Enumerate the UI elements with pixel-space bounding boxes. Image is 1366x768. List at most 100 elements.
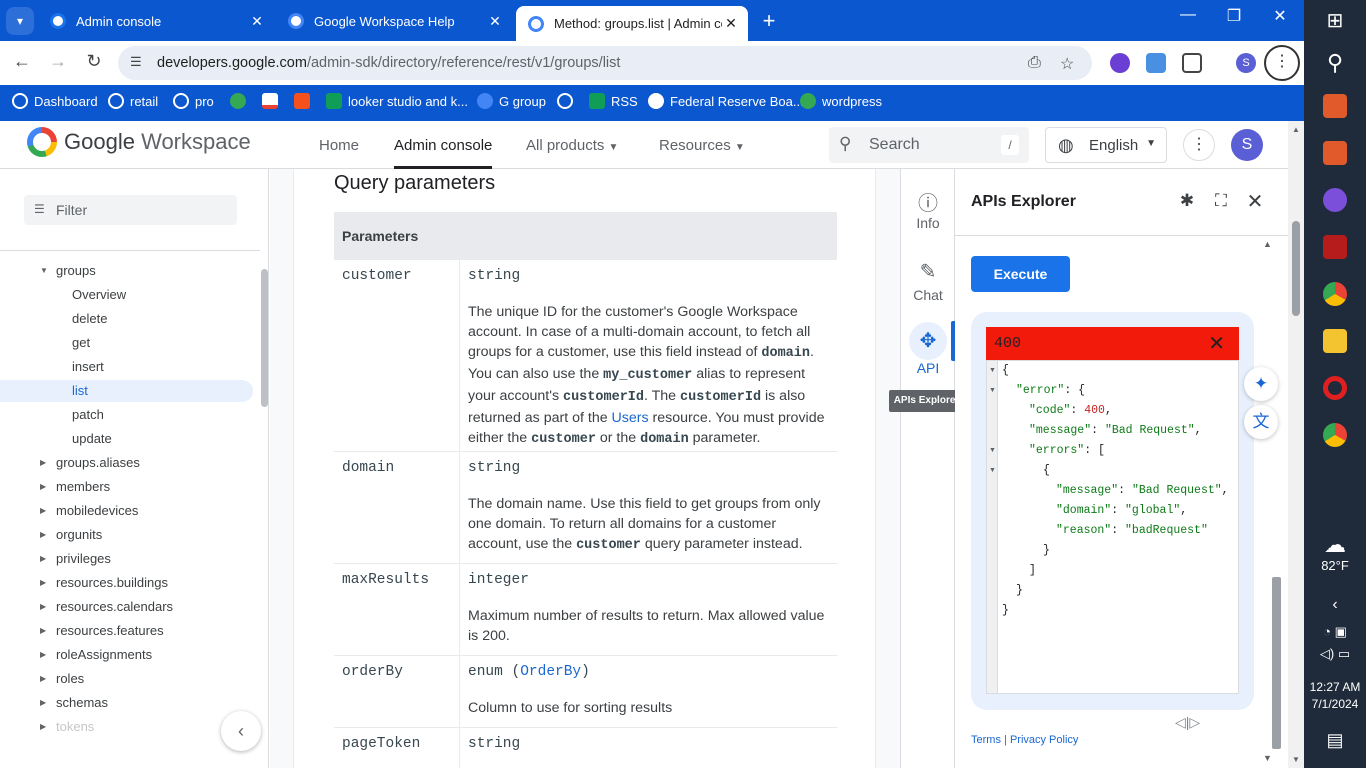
nav-groups[interactable]: ▼ groups [40,260,96,282]
bookmark-dashboard[interactable]: Dashboard [12,93,98,109]
page-scrollbar[interactable]: ▲ ▼ [1288,121,1304,768]
bookmark-gmail[interactable] [262,93,284,109]
volume-battery-icon[interactable]: ◁) ▭ [1304,646,1366,662]
users-link[interactable]: Users [612,410,649,426]
nav-resources-buildings[interactable]: ▶ resources.buildings [40,572,168,594]
execute-button[interactable]: Execute [971,256,1070,292]
nav-resources[interactable]: Resources ▼ [659,137,745,154]
site-search-input[interactable]: ⚲ Search / [829,127,1029,163]
restore-icon[interactable]: ❐ [1214,6,1254,26]
bookmark-looker-studio[interactable]: looker studio and k... [326,93,468,109]
weather-icon[interactable]: ☁ [1304,532,1366,558]
close-response-icon[interactable]: ✕ [1208,331,1225,356]
more-options-icon[interactable]: ⋮ [1183,129,1215,161]
nav-groups-overview[interactable]: Overview [72,284,126,306]
tab-admin-console[interactable]: Admin console ✕ [38,6,274,36]
nav-schemas[interactable]: ▶ schemas [40,692,108,714]
profile-avatar[interactable]: S [1236,53,1256,73]
clock-time[interactable]: 12:27 AM [1304,680,1366,694]
nav-privileges[interactable]: ▶ privileges [40,548,111,570]
back-icon[interactable]: ← [10,51,34,72]
chrome-icon[interactable] [1323,282,1347,306]
search-icon[interactable]: ⚲ [1304,50,1366,76]
close-tab-icon[interactable]: ✕ [248,13,266,30]
panel-scrollbar[interactable] [1272,577,1281,749]
app-2023-icon[interactable] [1323,235,1347,259]
address-bar[interactable]: ☰ developers.google.com/admin-sdk/direct… [118,46,1092,80]
bug-icon[interactable]: ✱ [1177,191,1197,211]
close-tab-icon[interactable]: ✕ [722,15,740,32]
nav-groups-list[interactable]: list [0,380,253,402]
close-window-icon[interactable]: ✕ [1260,6,1300,26]
translate-icon[interactable]: 文 [1244,405,1278,439]
wifi-icon[interactable]: ◔ ▣ [1304,624,1366,640]
nav-roles[interactable]: ▶ roles [40,668,84,690]
windows-start-icon[interactable]: ⊞ [1304,8,1366,33]
nav-tokens[interactable]: ▶ tokens [40,716,94,738]
bookmark-p[interactable] [230,93,252,109]
extensions-puzzle-icon[interactable] [1182,53,1202,73]
rail-api-button[interactable]: ✥ API [901,322,955,376]
nav-groups-aliases[interactable]: ▶ groups.aliases [40,452,140,474]
rail-chat-button[interactable]: ✎ Chat [901,259,955,303]
minimize-icon[interactable]: — [1168,6,1208,24]
opera-icon[interactable] [1323,376,1347,400]
nav-mobiledevices[interactable]: ▶ mobiledevices [40,500,138,522]
nav-resources-calendars[interactable]: ▶ resources.calendars [40,596,173,618]
fold-arrow-icon[interactable]: ▼ [989,367,996,374]
google-workspace-logo[interactable]: Google Workspace [27,127,251,157]
close-tab-icon[interactable]: ✕ [486,13,504,30]
scrollbar-thumb[interactable] [1292,221,1300,316]
collapse-nav-button[interactable]: ‹ [221,711,261,751]
bookmark-wordpress[interactable]: wordpress [800,93,882,109]
show-hidden-icons-icon[interactable]: ‹ [1304,596,1366,614]
filter-input[interactable]: ☰ Filter [24,195,237,225]
gemini-sparkle-icon[interactable]: ✦ [1244,367,1278,401]
chrome-menu-icon[interactable]: ⋮ [1264,45,1300,81]
site-info-icon[interactable]: ☰ [130,54,142,70]
new-tab-icon[interactable]: + [758,8,780,34]
privacy-policy-link[interactable]: Privacy Policy [1010,734,1078,746]
bookmark-openai[interactable] [557,93,579,109]
extension-icon[interactable] [1146,53,1166,73]
close-icon[interactable]: ✕ [1245,189,1265,214]
nav-roleassignments[interactable]: ▶ roleAssignments [40,644,152,666]
bookmark-g-group[interactable]: G group [477,93,546,109]
nav-groups-update[interactable]: update [72,428,112,450]
chrome-profile-icon[interactable] [1323,423,1347,447]
rail-info-button[interactable]: ⓘ Info [901,187,955,231]
bookmark-rss[interactable]: RSS [589,93,638,109]
fullscreen-icon[interactable]: ⛶ [1211,191,1231,211]
tab-workspace-help[interactable]: Google Workspace Help ✕ [276,6,512,36]
bookmark-federal-reserve[interactable]: Federal Reserve Boa... [648,93,804,109]
install-app-icon[interactable]: ⎙ [1028,54,1041,72]
terms-link[interactable]: Terms [971,734,1001,746]
nav-groups-delete[interactable]: delete [72,308,107,330]
scroll-up-icon[interactable]: ▲ [1263,239,1272,249]
reload-icon[interactable]: ↻ [82,51,106,72]
scroll-down-icon[interactable]: ▼ [1263,753,1272,763]
resize-handle-icon[interactable]: ◁|▷ [1175,714,1200,731]
nav-members[interactable]: ▶ members [40,476,110,498]
notifications-icon[interactable]: ▤ [1304,730,1366,751]
response-body[interactable]: ▼ ▼ ▼ ▼ { "error": { "code": 400, "messa… [986,360,1239,694]
nav-resources-features[interactable]: ▶ resources.features [40,620,164,642]
nav-home[interactable]: Home [319,137,359,154]
extension-icon[interactable] [1110,53,1130,73]
video-app-icon[interactable] [1323,94,1347,118]
tab-groups-list[interactable]: Method: groups.list | Admin co ✕ [516,6,748,41]
scroll-up-icon[interactable]: ▲ [1292,125,1300,134]
video-app-icon[interactable] [1323,141,1347,165]
bookmark-orange[interactable] [294,93,316,109]
bookmark-pro[interactable]: pro [173,93,214,109]
language-select[interactable]: ◍ English ▼ [1045,127,1167,163]
bookmark-star-icon[interactable]: ☆ [1060,54,1074,74]
obsidian-icon[interactable] [1323,188,1347,212]
nav-groups-insert[interactable]: insert [72,356,104,378]
fold-arrow-icon[interactable]: ▼ [989,447,996,454]
orderby-link[interactable]: OrderBy [520,664,581,680]
fold-arrow-icon[interactable]: ▼ [989,467,996,474]
forward-icon[interactable]: → [46,51,70,72]
nav-groups-get[interactable]: get [72,332,90,354]
file-explorer-icon[interactable] [1323,329,1347,353]
